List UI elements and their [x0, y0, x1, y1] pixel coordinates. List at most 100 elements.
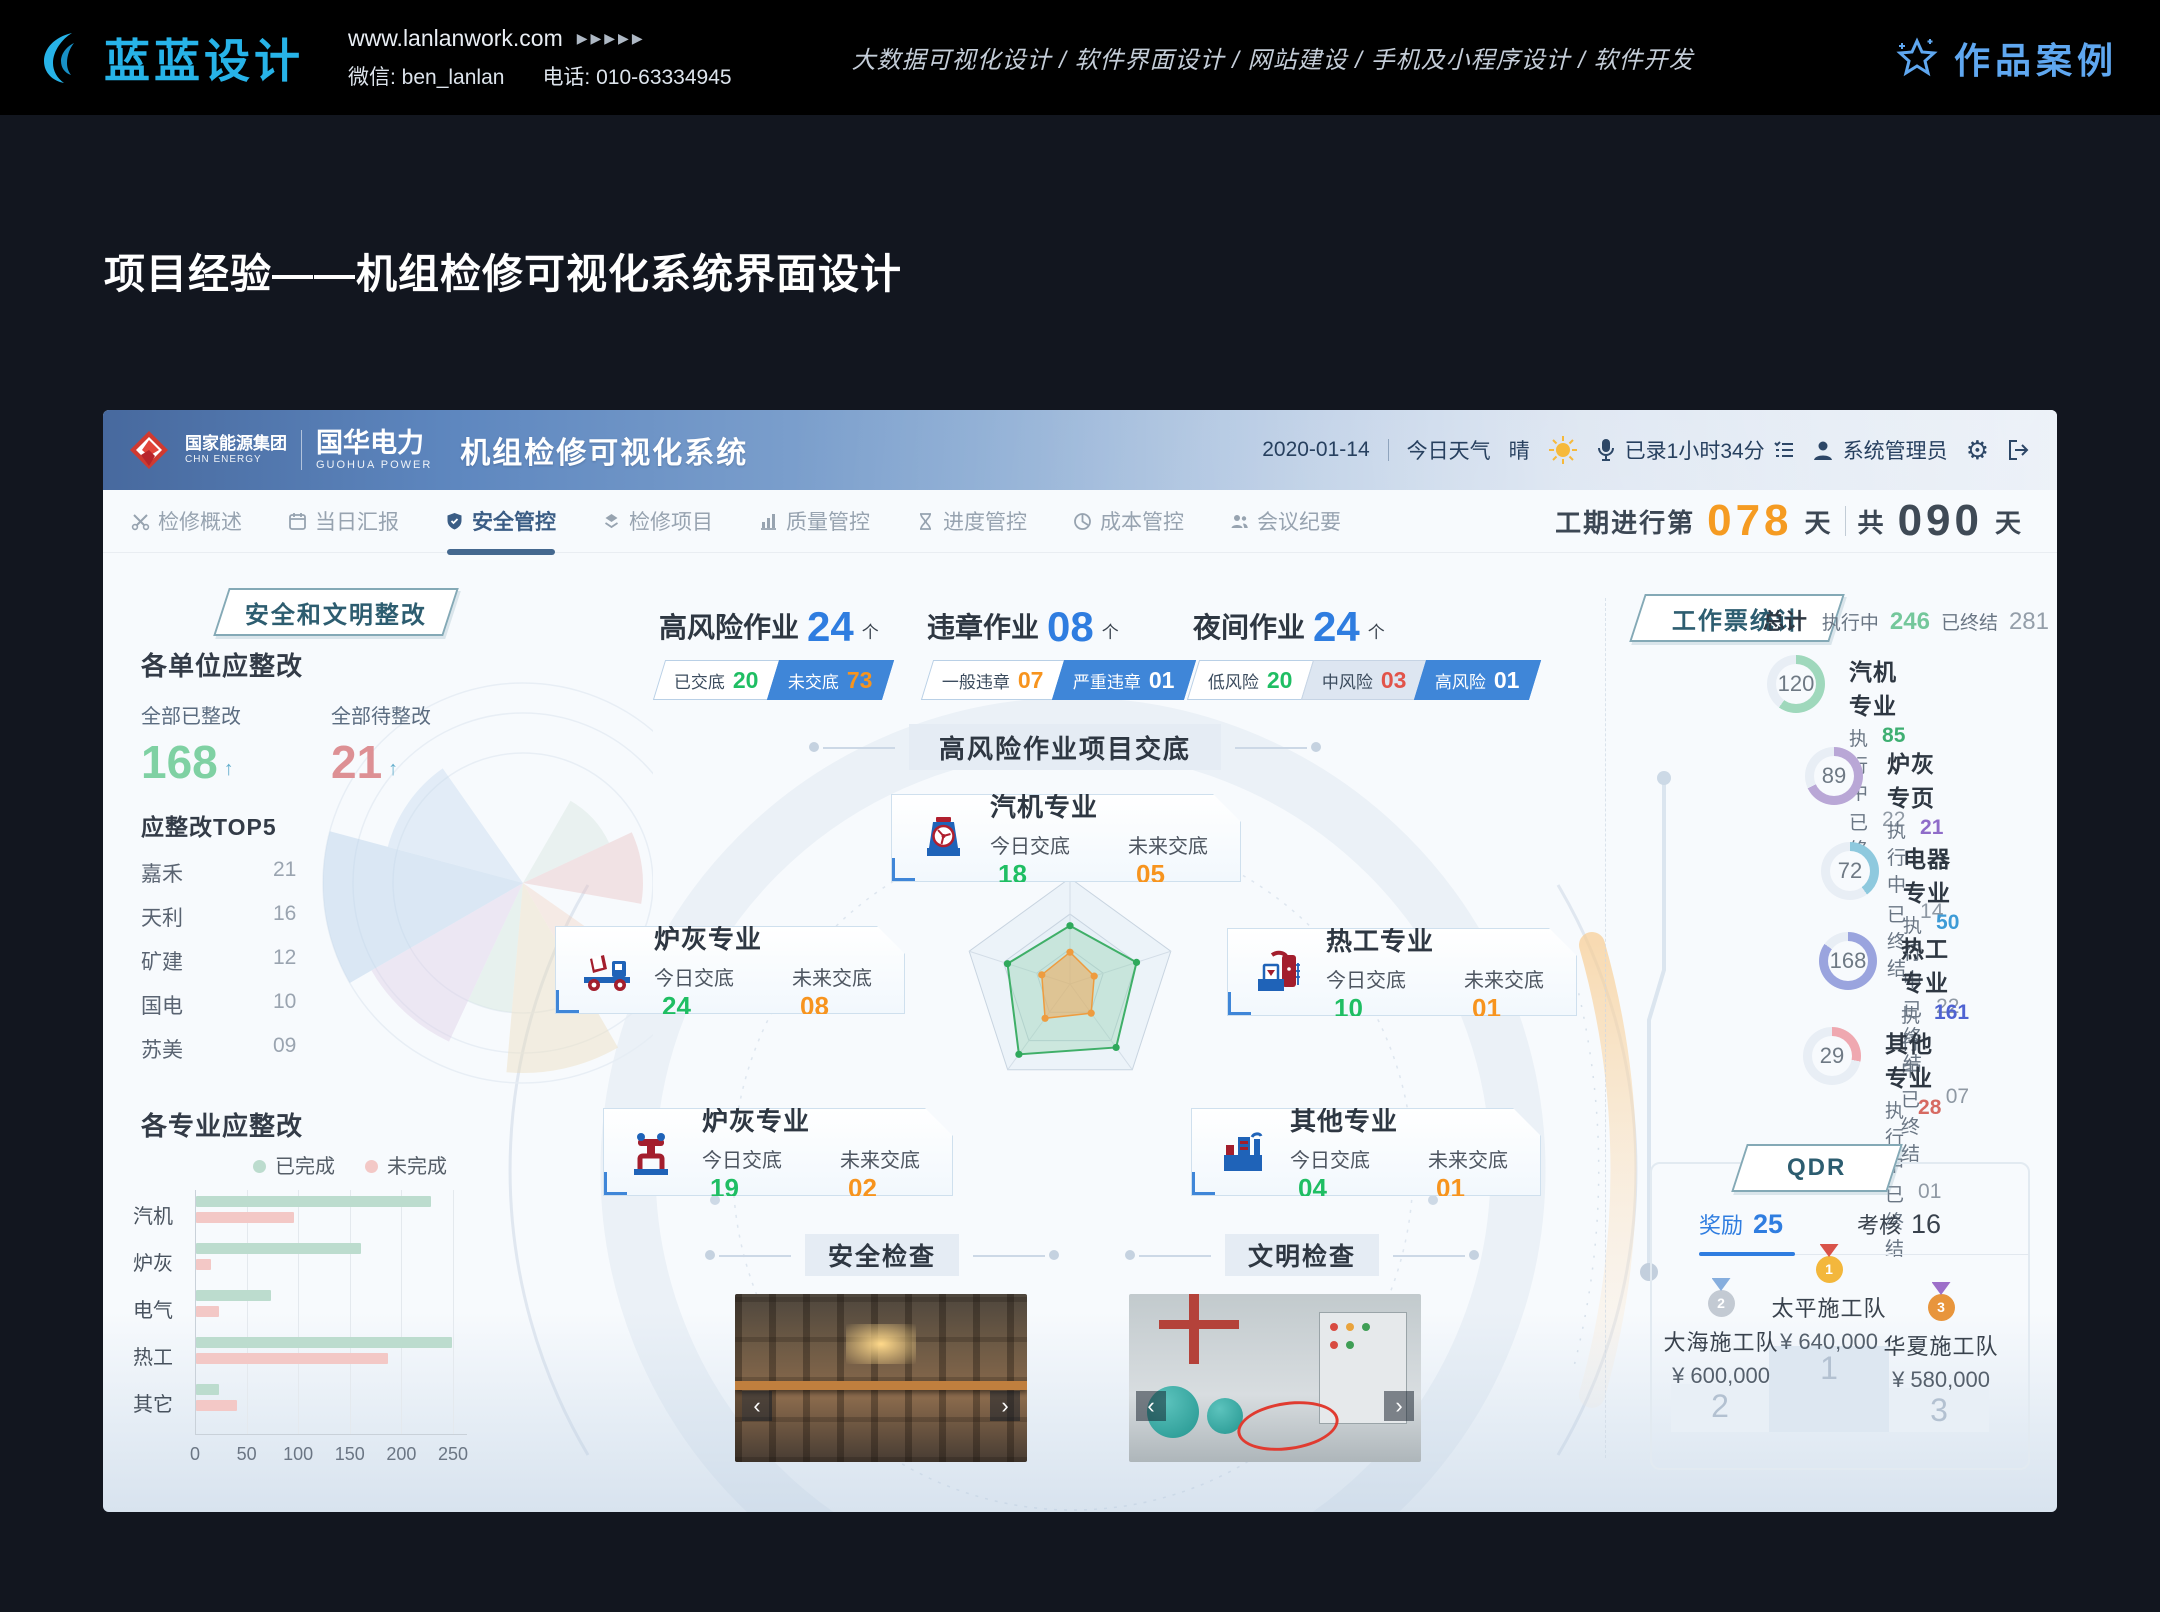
donut-chart: 89	[1805, 747, 1863, 805]
portfolio-link[interactable]: 作品案例	[1894, 32, 2118, 84]
stat-title: 夜间作业	[1193, 606, 1305, 646]
tab-label: 当日汇报	[315, 506, 399, 536]
future-label: 未来交底	[1128, 836, 1208, 858]
legend-undone: 未完成	[365, 1150, 447, 1179]
tab-repair-projects[interactable]: 检修项目	[602, 490, 713, 552]
donut-title: 炉灰专页	[1887, 745, 1943, 813]
hourglass-icon	[916, 512, 935, 531]
top5-row: 国电10	[141, 990, 341, 1020]
tab-daily-report[interactable]: 当日汇报	[288, 490, 399, 552]
team-amount: ¥ 640,000	[1769, 1329, 1889, 1355]
photo-prev-button[interactable]: ‹	[1136, 1391, 1166, 1421]
donut-value: 168	[1819, 932, 1877, 990]
bar-legend: 已完成 未完成	[253, 1150, 447, 1179]
podium-rank: 2	[1711, 1388, 1729, 1425]
stat-rectified: 全部已整改 168 ↑	[141, 700, 241, 789]
card-name: 炉灰专业	[702, 1101, 952, 1138]
medal-rank: 2	[1717, 1295, 1725, 1311]
tab-cost-control[interactable]: 成本管控	[1073, 490, 1184, 552]
badge-num: 20	[733, 667, 759, 694]
logout-icon[interactable]	[2007, 439, 2031, 461]
photo-next-button[interactable]: ›	[1384, 1391, 1414, 1421]
tab-meeting-minutes[interactable]: 会议纪要	[1230, 490, 1341, 552]
record-status[interactable]: 已录1小时34分	[1596, 435, 1794, 465]
section-title-safety-check: 安全检查	[805, 1234, 959, 1276]
current-date: 2020-01-14	[1262, 438, 1369, 462]
site-url[interactable]: www.lanlanwork.com	[348, 25, 563, 52]
medal-rank: 1	[1825, 1261, 1833, 1277]
tab-overview[interactable]: 检修概述	[131, 490, 242, 552]
stat-title: 高风险作业	[659, 606, 799, 646]
user-menu[interactable]: 系统管理员	[1812, 435, 1948, 465]
total-unit: 天	[1995, 503, 2023, 540]
donut-value: 120	[1767, 655, 1825, 713]
tab-safety-control[interactable]: 安全管控	[445, 490, 556, 552]
specialty-bar-plot: 050100150200250汽机炉灰电气热工其它	[133, 1182, 563, 1482]
donut-chart: 72	[1821, 842, 1879, 900]
silver-medal-icon: 2	[1708, 1290, 1735, 1317]
stat-night-jobs: 夜间作业 24 个 低风险20 中风险03 高风险01	[1193, 606, 1534, 700]
tab-label: 进度管控	[943, 506, 1027, 536]
card-ash-truck[interactable]: 炉灰专业 今日交底24 未来交底08	[555, 926, 905, 1014]
photo-prev-button[interactable]: ‹	[742, 1391, 772, 1421]
today-label: 今日交底	[1290, 1150, 1370, 1172]
assessment-count: 16	[1911, 1209, 1941, 1240]
legend-done-label: 已完成	[275, 1156, 335, 1178]
indicator-light	[1346, 1323, 1354, 1331]
qdr-tab-assessment[interactable]: 考核 16	[1857, 1208, 1941, 1240]
legend-undone-label: 未完成	[387, 1156, 447, 1178]
donut-title: 热工专业	[1901, 930, 1969, 998]
donut-value: 29	[1803, 1027, 1861, 1085]
top5-row: 苏美09	[141, 1034, 341, 1064]
work-ticket-totals: 总计 执行中 246 已终结 281	[1763, 604, 2049, 636]
connector-dot	[809, 742, 819, 752]
microphone-icon	[1596, 438, 1616, 462]
settings-gear-icon[interactable]: ⚙	[1966, 435, 1989, 466]
badge-num: 07	[1018, 667, 1044, 694]
list-icon[interactable]	[1774, 441, 1794, 459]
tab-quality-control[interactable]: 质量管控	[759, 490, 870, 552]
badge-label: 高风险	[1435, 668, 1486, 693]
top5-row: 矿建12	[141, 946, 341, 976]
top5-value: 16	[273, 902, 296, 926]
today-stat: 今日交底04	[1290, 1144, 1402, 1204]
card-steam-turbine[interactable]: 汽机专业 今日交底18 未来交底05	[891, 794, 1241, 882]
gold-medal-icon: 1	[1816, 1256, 1843, 1283]
photo-pipe	[1159, 1320, 1239, 1329]
badge-label: 已交底	[674, 668, 725, 693]
photo-next-button[interactable]: ›	[990, 1391, 1020, 1421]
today-label: 今日交底	[990, 836, 1070, 858]
card-thermal[interactable]: 热工专业 今日交底10 未来交底01	[1227, 928, 1577, 1016]
lanlan-logo[interactable]: 蓝蓝设计	[34, 25, 304, 91]
badge-num: 01	[1149, 667, 1175, 694]
top5-name: 苏美	[141, 1039, 183, 1062]
stat-pending: 全部待整改 21 ↑	[331, 700, 431, 789]
brand-group: 国家能源集团 CHN ENERGY	[185, 435, 287, 465]
card-ash-valve[interactable]: 炉灰专业 今日交底19 未来交底02	[603, 1108, 953, 1196]
legend-done: 已完成	[253, 1150, 335, 1179]
donut-title: 其他专业	[1885, 1025, 1941, 1093]
top5-row: 嘉禾21	[141, 858, 341, 888]
podium-rank: 1	[1820, 1350, 1838, 1387]
dashboard-nav: 检修概述 当日汇报 安全管控 检修项目 质量管控	[103, 490, 2057, 553]
tab-progress-control[interactable]: 进度管控	[916, 490, 1027, 552]
card-other[interactable]: 其他专业 今日交底04 未来交底01	[1191, 1108, 1541, 1196]
sun-icon	[1548, 435, 1578, 465]
qdr-tab-reward[interactable]: 奖励 25	[1699, 1208, 1783, 1240]
layers-icon	[602, 512, 621, 531]
team-amount: ¥ 600,000	[1661, 1363, 1781, 1389]
medal-rank: 3	[1937, 1299, 1945, 1315]
disclosure-radar-chart	[941, 860, 1199, 1110]
badge-low-risk: 低风险20	[1187, 660, 1314, 700]
card-name: 汽机专业	[990, 787, 1240, 824]
top5-name: 嘉禾	[141, 863, 183, 886]
badge-undisclosed: 未交底73	[766, 660, 893, 700]
brand-group-en: CHN ENERGY	[185, 454, 287, 465]
badge-label: 未交底	[788, 668, 839, 693]
shield-icon	[445, 512, 464, 531]
user-icon	[1812, 439, 1834, 461]
stat-title: 违章作业	[927, 606, 1039, 646]
duration-prefix: 工期进行第	[1555, 503, 1695, 540]
up-arrow-icon: ↑	[224, 758, 234, 789]
people-icon	[1230, 512, 1249, 531]
